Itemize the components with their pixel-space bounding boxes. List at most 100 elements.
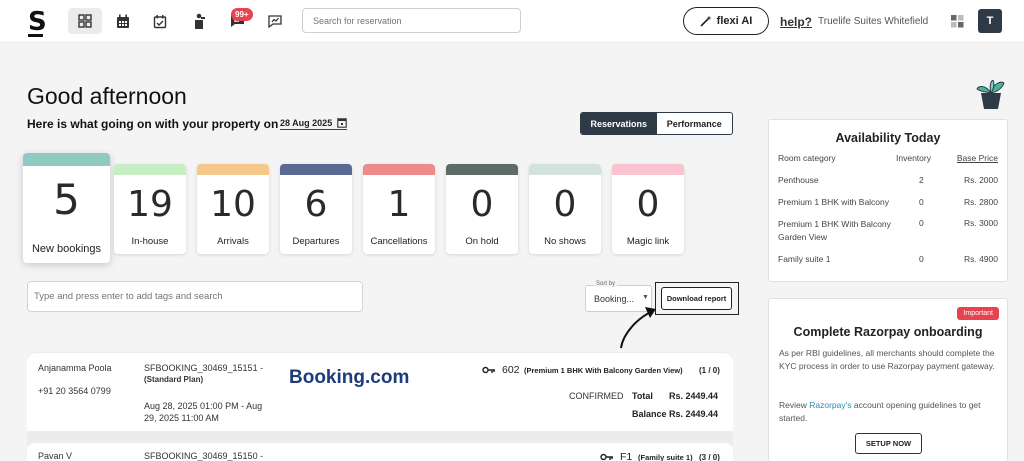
stat-value: 6 xyxy=(304,184,328,225)
help-link[interactable]: help? xyxy=(780,15,812,29)
booking-id: SFBOOKING_30469_15150 - xyxy=(144,451,264,461)
greeting-title: Good afternoon xyxy=(27,83,187,109)
razorpay-description: As per RBI guidelines, all merchants sho… xyxy=(779,348,995,371)
stat-value: 19 xyxy=(127,184,173,225)
stat-card-on-hold[interactable]: 0 On hold xyxy=(446,164,518,254)
stat-color-bar xyxy=(446,164,518,175)
stat-card-cancellations[interactable]: 1 Cancellations xyxy=(363,164,435,254)
notification-badge: 99+ xyxy=(231,8,253,21)
reservation-row[interactable]: Pavan V SFBOOKING_30469_15150 - F1 (Fami… xyxy=(27,443,733,461)
housekeeping-icon[interactable] xyxy=(182,8,216,34)
review-prefix: Review xyxy=(779,400,810,410)
stat-color-bar xyxy=(280,164,352,175)
stat-color-bar xyxy=(363,164,435,175)
room-type: (Family suite 1) xyxy=(638,453,693,461)
stat-label: New bookings xyxy=(31,243,102,255)
important-badge: Important xyxy=(957,307,999,320)
room-count: (1 / 0) xyxy=(699,366,720,375)
booking-source-logo: Booking.com xyxy=(289,367,410,388)
inventory-count: 0 xyxy=(919,254,924,264)
room-type: (Premium 1 BHK With Balcony Garden View) xyxy=(524,366,683,375)
razorpay-guidelines-link[interactable]: Razorpay's xyxy=(809,400,851,410)
stat-label: Cancellations xyxy=(370,236,428,247)
room-category: Premium 1 BHK With Balcony Garden View xyxy=(778,219,891,242)
setup-now-button[interactable]: SETUP NOW xyxy=(855,433,922,454)
view-toggle: Reservations Performance xyxy=(580,112,733,135)
stat-label: Arrivals xyxy=(217,236,249,247)
calendar-icon[interactable] xyxy=(106,8,140,34)
stat-value: 5 xyxy=(53,175,80,224)
stat-card-magic-link[interactable]: 0 Magic link xyxy=(612,164,684,254)
razorpay-title: Complete Razorpay onboarding xyxy=(793,325,983,339)
stat-value: 0 xyxy=(553,184,577,225)
total-amount: Rs. 2449.44 xyxy=(669,391,719,401)
apps-grid-icon[interactable] xyxy=(951,15,964,28)
calendar-icon xyxy=(337,118,347,128)
availability-title: Availability Today xyxy=(835,131,941,145)
tab-performance[interactable]: Performance xyxy=(657,113,733,134)
stat-label: In-house xyxy=(131,236,169,247)
stat-value: 0 xyxy=(470,184,494,225)
inventory-count: 0 xyxy=(919,218,924,228)
stat-label: Magic link xyxy=(626,236,670,247)
stat-card-no-shows[interactable]: 0 No shows xyxy=(529,164,601,254)
flexi-ai-button[interactable]: flexi AI xyxy=(683,7,769,35)
rate-plan: (Standard Plan) xyxy=(144,375,204,384)
stat-label: Departures xyxy=(292,236,340,247)
inventory-count: 0 xyxy=(919,197,924,207)
base-price: Rs. 2800 xyxy=(963,197,998,207)
user-avatar[interactable]: T xyxy=(978,9,1002,33)
room-category: Premium 1 BHK with Balcony xyxy=(778,197,890,207)
download-report-button[interactable]: Download report xyxy=(661,287,732,310)
magic-wand-icon xyxy=(700,15,712,27)
stat-card-in-house[interactable]: 19 In-house xyxy=(114,164,186,254)
top-navigation-bar: S 99+ flexi AI help? Truelife Suites Whi… xyxy=(0,0,1024,43)
reservation-search-input[interactable] xyxy=(302,8,521,33)
reservation-row[interactable]: Anjanamma Poola +91 20 3564 0799 SFBOOKI… xyxy=(27,353,733,431)
key-icon xyxy=(482,366,495,374)
greeting-subtitle: Here is what going on with your property… xyxy=(27,117,279,131)
base-price: Rs. 4900 xyxy=(963,254,998,264)
stat-card-departures[interactable]: 6 Departures xyxy=(280,164,352,254)
guest-name: Anjanamma Poola xyxy=(38,363,112,373)
razorpay-review-text: Review Razorpay's account opening guidel… xyxy=(779,399,995,425)
stat-card-arrivals[interactable]: 10 Arrivals xyxy=(197,164,269,254)
stat-color-bar xyxy=(529,164,601,175)
stat-color-bar xyxy=(612,164,684,175)
reports-icon[interactable] xyxy=(258,8,292,34)
tag-search-input[interactable] xyxy=(27,281,363,312)
stat-color-bar xyxy=(197,164,269,175)
key-icon xyxy=(600,453,613,461)
stat-value: 1 xyxy=(387,184,411,225)
base-price: Rs. 2000 xyxy=(963,175,998,185)
stat-card-new-bookings[interactable]: 5 New bookings xyxy=(23,153,110,263)
inventory-count: 2 xyxy=(919,175,924,185)
flexi-ai-label: flexi AI xyxy=(716,15,753,27)
base-price: Rs. 3000 xyxy=(963,218,998,228)
room-count: (3 / 0) xyxy=(699,453,720,461)
stat-value: 10 xyxy=(210,184,256,225)
stat-color-bar xyxy=(23,153,110,166)
calendar-check-icon[interactable] xyxy=(143,8,177,34)
chevron-down-icon: ▼ xyxy=(642,294,649,301)
dashboard-icon[interactable] xyxy=(68,8,102,34)
total-label: Total xyxy=(632,391,653,401)
balance-amount: Rs. 2449.44 xyxy=(669,409,719,419)
tab-reservations[interactable]: Reservations xyxy=(581,113,657,134)
property-name[interactable]: Truelife Suites Whitefield xyxy=(818,16,928,27)
sort-by-label: Sort by xyxy=(594,281,618,287)
header-base-price[interactable]: Base Price xyxy=(957,153,998,163)
booking-status: CONFIRMED xyxy=(569,391,624,401)
room-number: 602 xyxy=(502,364,520,376)
plant-illustration-icon xyxy=(976,80,1005,109)
header-room-category: Room category xyxy=(778,153,836,163)
app-logo[interactable]: S xyxy=(28,7,47,37)
date-picker[interactable]: 28 Aug 2025 xyxy=(280,117,348,130)
availability-panel: Availability Today Room category Invento… xyxy=(768,119,1008,282)
booking-id: SFBOOKING_30469_15151 - xyxy=(144,363,264,373)
room-number: F1 xyxy=(620,451,633,461)
balance-label: Balance xyxy=(632,409,667,419)
arrow-annotation-icon xyxy=(620,307,656,349)
stat-label: On hold xyxy=(465,236,499,247)
stay-dates: Aug 28, 2025 01:00 PM - Aug 29, 2025 11:… xyxy=(144,401,263,423)
